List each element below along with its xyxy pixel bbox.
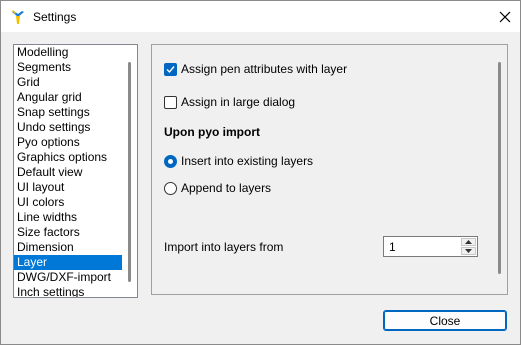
close-window-button[interactable] bbox=[491, 3, 519, 31]
assign-large-dialog-label: Assign in large dialog bbox=[181, 95, 296, 109]
sidebar-item-pyo-options[interactable]: Pyo options bbox=[14, 135, 122, 150]
spin-down-button[interactable] bbox=[461, 247, 476, 255]
category-list-scroll-thumb[interactable] bbox=[128, 62, 131, 282]
import-section-heading: Upon pyo import bbox=[164, 125, 260, 139]
category-list-items: Modelling Segments Grid Angular grid Snap se… bbox=[14, 45, 122, 297]
app-icon bbox=[10, 9, 26, 25]
category-list-scrollbar[interactable] bbox=[123, 45, 137, 297]
panel-scrollbar[interactable] bbox=[493, 45, 507, 294]
assign-pen-row[interactable]: Assign pen attributes with layer bbox=[164, 61, 347, 77]
assign-pen-checkbox[interactable] bbox=[164, 62, 177, 76]
assign-large-dialog-row[interactable]: Assign in large dialog bbox=[164, 94, 295, 110]
insert-existing-row[interactable]: Insert into existing layers bbox=[164, 153, 313, 169]
import-from-label: Import into layers from bbox=[164, 240, 284, 254]
import-from-input[interactable] bbox=[384, 237, 467, 256]
close-icon bbox=[499, 11, 511, 23]
arrow-up-icon bbox=[465, 240, 472, 244]
insert-existing-radio[interactable] bbox=[164, 154, 177, 168]
insert-existing-label: Insert into existing layers bbox=[181, 154, 314, 168]
sidebar-item-snap-settings[interactable]: Snap settings bbox=[14, 105, 122, 120]
spin-up-button[interactable] bbox=[461, 238, 476, 246]
settings-window: Settings Modelling Segments Grid Angular gr… bbox=[0, 0, 521, 345]
sidebar-item-dwg-dxf-import[interactable]: DWG/DXF-import bbox=[14, 270, 122, 285]
window-title: Settings bbox=[33, 10, 77, 24]
sidebar-item-ui-layout[interactable]: UI layout bbox=[14, 180, 122, 195]
close-button[interactable]: Close bbox=[383, 310, 507, 331]
append-layers-label: Append to layers bbox=[181, 181, 272, 195]
assign-large-dialog-checkbox[interactable] bbox=[164, 95, 177, 109]
panel-scroll-thumb[interactable] bbox=[498, 62, 501, 274]
sidebar-item-inch-settings[interactable]: Inch settings bbox=[14, 285, 122, 297]
checkmark-icon bbox=[166, 65, 175, 73]
arrow-down-icon bbox=[465, 249, 472, 253]
import-from-spinbox[interactable] bbox=[383, 236, 478, 257]
assign-pen-label: Assign pen attributes with layer bbox=[181, 62, 348, 76]
sidebar-item-ui-colors[interactable]: UI colors bbox=[14, 195, 122, 210]
sidebar-item-segments[interactable]: Segments bbox=[14, 60, 122, 75]
layer-settings-panel: Assign pen attributes with layer Assign … bbox=[151, 44, 508, 295]
sidebar-item-angular-grid[interactable]: Angular grid bbox=[14, 90, 122, 105]
sidebar-item-size-factors[interactable]: Size factors bbox=[14, 225, 122, 240]
append-layers-radio[interactable] bbox=[164, 181, 177, 195]
append-layers-row[interactable]: Append to layers bbox=[164, 180, 271, 196]
sidebar-item-undo-settings[interactable]: Undo settings bbox=[14, 120, 122, 135]
sidebar-item-modelling[interactable]: Modelling bbox=[14, 45, 122, 60]
dialog-body: Modelling Segments Grid Angular grid Snap se… bbox=[1, 32, 520, 344]
title-bar: Settings bbox=[1, 1, 520, 32]
category-list[interactable]: Modelling Segments Grid Angular grid Snap se… bbox=[13, 44, 138, 298]
sidebar-item-line-widths[interactable]: Line widths bbox=[14, 210, 122, 225]
spin-buttons bbox=[461, 238, 476, 255]
sidebar-item-default-view[interactable]: Default view bbox=[14, 165, 122, 180]
sidebar-item-layer[interactable]: Layer bbox=[14, 255, 122, 270]
sidebar-item-grid[interactable]: Grid bbox=[14, 75, 122, 90]
sidebar-item-dimension[interactable]: Dimension bbox=[14, 240, 122, 255]
sidebar-item-graphics-options[interactable]: Graphics options bbox=[14, 150, 122, 165]
